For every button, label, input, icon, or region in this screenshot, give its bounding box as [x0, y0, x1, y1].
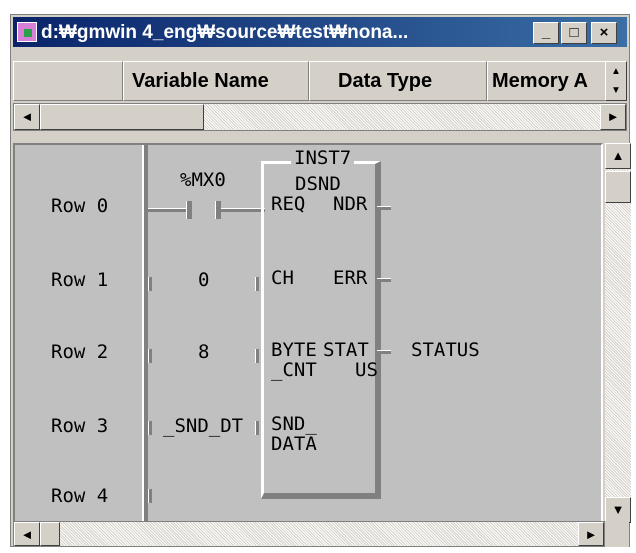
scroll-left-button[interactable]: ◄: [14, 104, 40, 130]
header-spin[interactable]: ▲ ▼: [605, 61, 627, 101]
scroll-up-button[interactable]: ▲: [605, 143, 631, 169]
output-stub: [377, 350, 391, 354]
input-stub: [255, 349, 259, 363]
output-err: ERR: [333, 267, 368, 289]
status-variable: STATUS: [411, 339, 480, 361]
input-stub: [255, 421, 259, 435]
minimize-button[interactable]: _: [533, 22, 559, 44]
output-status-2: US: [355, 359, 378, 381]
vertical-scroll-thumb[interactable]: [605, 171, 631, 203]
column-data-type[interactable]: Data Type: [309, 61, 487, 101]
row-label: Row 2: [51, 341, 109, 363]
rung-stub: [148, 421, 152, 435]
wire: [221, 208, 265, 212]
ladder-diagram[interactable]: Row 0 Row 1 Row 2 Row 3 Row 4 %MX0 0 8 _…: [13, 143, 603, 523]
output-stub: [377, 206, 391, 210]
resize-grip[interactable]: [605, 521, 629, 547]
input-byte-cnt: BYTE: [271, 339, 317, 361]
bottom-horizontal-scrollbar[interactable]: ◄ ►: [13, 521, 605, 547]
input-snd-data: SND_: [271, 413, 317, 435]
row-label: Row 4: [51, 485, 109, 507]
vertical-scrollbar[interactable]: ▲ ▼: [605, 143, 631, 523]
spin-up-icon[interactable]: ▲: [606, 62, 626, 81]
maximize-button[interactable]: □: [561, 22, 587, 44]
send-data-value: _SND_DT: [163, 415, 244, 437]
scroll-right-button[interactable]: ►: [600, 104, 626, 130]
scroll-thumb[interactable]: [40, 104, 204, 130]
channel-value: 0: [198, 269, 210, 291]
app-icon: [17, 22, 37, 42]
input-req: REQ: [271, 193, 306, 215]
block-instance-name: INST7: [291, 147, 355, 169]
bottom-scroll-right-button[interactable]: ►: [578, 522, 604, 546]
input-ch: CH: [271, 267, 294, 289]
bottom-scroll-left-button[interactable]: ◄: [14, 522, 40, 546]
left-power-rail: [144, 145, 148, 521]
output-stub: [377, 278, 391, 282]
input-byte-cnt-2: _CNT: [271, 359, 317, 381]
byte-count-value: 8: [198, 341, 210, 363]
row-label: Row 1: [51, 269, 109, 291]
column-variable-name[interactable]: Variable Name: [123, 61, 309, 101]
input-stub: [255, 277, 259, 291]
program-window: d:₩gmwin 4_eng₩source₩test₩nona... _ □ ×…: [10, 14, 631, 547]
wire: [148, 208, 188, 212]
close-button[interactable]: ×: [591, 22, 617, 44]
title-bar[interactable]: d:₩gmwin 4_eng₩source₩test₩nona... _ □ ×: [13, 17, 627, 47]
spin-down-icon[interactable]: ▼: [606, 81, 626, 100]
row-label: Row 0: [51, 195, 109, 217]
output-status: STAT: [323, 339, 369, 361]
rung-stub: [148, 349, 152, 363]
variable-header: Variable Name Data Type Memory A ▲ ▼: [13, 61, 627, 101]
rung-stub: [148, 277, 152, 291]
top-horizontal-scrollbar[interactable]: ◄ ►: [13, 103, 627, 131]
bottom-scroll-thumb[interactable]: [40, 522, 60, 546]
window-title: d:₩gmwin 4_eng₩source₩test₩nona...: [41, 22, 409, 43]
column-memory-address[interactable]: Memory A: [487, 61, 607, 101]
contact-address: %MX0: [180, 169, 226, 191]
scroll-down-button[interactable]: ▼: [605, 497, 631, 523]
block-type-name: DSND: [295, 173, 341, 195]
row-label: Row 3: [51, 415, 109, 437]
input-snd-data-2: DATA: [271, 433, 317, 455]
rung-stub: [148, 489, 152, 503]
contact-left[interactable]: [186, 201, 192, 219]
output-ndr: NDR: [333, 193, 368, 215]
header-corner[interactable]: [13, 61, 123, 101]
